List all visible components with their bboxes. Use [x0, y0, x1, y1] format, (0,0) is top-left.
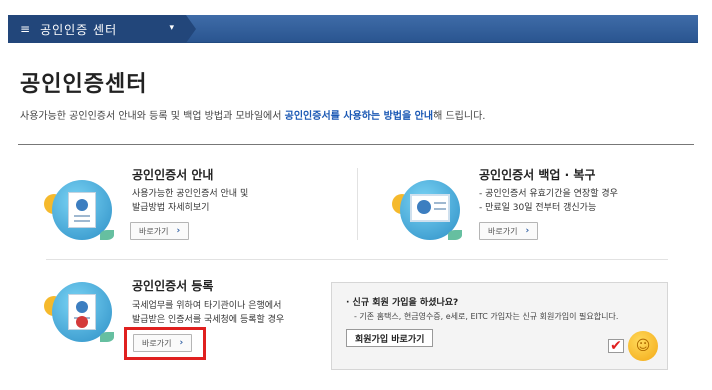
- top-navigation-bar: ≡ 공인인증 센터 ▾: [0, 0, 712, 45]
- page-description: 사용가능한 공인인증서 안내와 등록 및 백업 방법과 모바일에서 공인인증서를…: [20, 107, 485, 122]
- signup-notice-box: · 신규 회원 가입을 하셨나요? - 기존 홈택스, 현금영수증, e세로, …: [331, 282, 668, 370]
- chevron-right-icon: ›: [525, 226, 530, 236]
- card-title-certificate-backup: 공인인증서 백업 · 복구: [479, 168, 596, 182]
- card-title-certificate-register: 공인인증서 등록: [132, 279, 214, 293]
- card-title-certificate-info: 공인인증서 안내: [132, 168, 214, 182]
- certificate-medal-icon: [44, 282, 116, 354]
- go-button-certificate-backup[interactable]: 바로가기 ›: [479, 222, 539, 240]
- go-button-label: 바로가기: [139, 226, 169, 236]
- notice-title: · 신규 회원 가입을 하셨나요?: [346, 298, 459, 308]
- caret-down-icon: ▾: [169, 23, 174, 33]
- card-desc-certificate-register: 국세업무를 위하여 타기관이나 은행에서 발급받은 인증서를 국세청에 등록할 …: [132, 301, 285, 325]
- menu-label: 공인인증 센터: [40, 22, 118, 37]
- card-desc-certificate-backup: - 공인인증서 유효기간을 연장할 경우 - 만료일 30일 전부터 갱신가능: [479, 189, 618, 213]
- row-divider: [46, 259, 668, 260]
- go-button-label: 바로가기: [488, 226, 518, 236]
- certificate-document-icon: [44, 180, 116, 252]
- desc-suffix: 해 드립니다.: [433, 111, 486, 122]
- desc-highlight-link[interactable]: 공인인증서를 사용하는 방법을 안내: [285, 111, 433, 122]
- section-divider: [18, 144, 694, 145]
- column-divider: [357, 168, 358, 240]
- computer-backup-icon: [392, 180, 464, 252]
- chevron-right-icon: ›: [176, 226, 181, 236]
- hamburger-icon: ≡: [20, 22, 31, 36]
- menu-button[interactable]: ≡ 공인인증 센터 ▾: [8, 15, 196, 43]
- signup-button[interactable]: 회원가입 바로가기: [346, 329, 434, 347]
- go-button-certificate-info[interactable]: 바로가기 ›: [130, 222, 190, 240]
- desc-prefix: 사용가능한 공인인증서 안내와 등록 및 백업 방법과 모바일에서: [20, 111, 285, 122]
- page-title: 공인인증센터: [20, 72, 148, 97]
- notice-description: - 기존 홈택스, 현금영수증, e세로, EITC 가입자는 신규 회원가입이…: [354, 312, 619, 321]
- red-highlight-box: [124, 327, 206, 360]
- smiley-icon: ☺: [628, 331, 658, 361]
- checkmark-icon: ✔: [608, 339, 624, 353]
- card-desc-certificate-info: 사용가능한 공인인증서 안내 및 발급방법 자세히보기: [132, 189, 249, 213]
